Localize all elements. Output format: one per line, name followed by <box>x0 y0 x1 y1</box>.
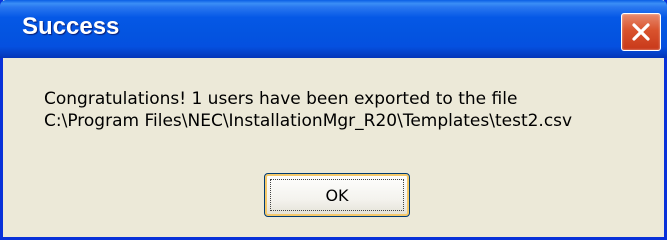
close-button[interactable] <box>621 13 661 51</box>
ok-button[interactable]: OK <box>264 173 410 217</box>
message-line-2: C:\Program Files\NEC\InstallationMgr_R20… <box>44 111 573 131</box>
success-dialog: Success Congratulations! 1 users have be… <box>0 0 667 240</box>
dialog-body: Congratulations! 1 users have been expor… <box>3 58 664 237</box>
message-text: Congratulations! 1 users have been expor… <box>44 88 572 132</box>
title-bar[interactable]: Success <box>0 0 667 58</box>
window-title: Success <box>22 13 120 40</box>
close-icon <box>632 23 650 41</box>
message-line-1: Congratulations! 1 users have been expor… <box>44 89 518 109</box>
ok-button-label: OK <box>325 185 349 205</box>
